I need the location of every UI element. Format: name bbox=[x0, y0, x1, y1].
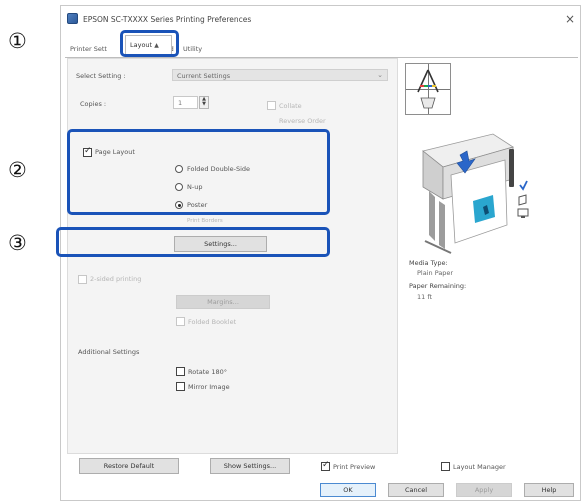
tab-printer-settings[interactable]: Printer Sett bbox=[67, 42, 110, 58]
magnifier-icon bbox=[417, 69, 439, 109]
folded-booklet-checkbox[interactable] bbox=[176, 317, 185, 326]
highlight-layout-tab bbox=[120, 30, 179, 57]
paper-remaining-value: 11 ft bbox=[417, 293, 433, 301]
layout-manager-label: Layout Manager bbox=[453, 463, 506, 471]
select-setting-label: Select Setting : bbox=[76, 72, 126, 80]
media-type-value: Plain Paper bbox=[417, 269, 454, 277]
margins-button[interactable]: Margins... bbox=[176, 295, 270, 309]
restore-default-button[interactable]: Restore Default bbox=[79, 458, 179, 474]
additional-settings-label: Additional Settings bbox=[78, 348, 140, 356]
copies-stepper[interactable]: ▲ ▼ bbox=[199, 96, 209, 109]
two-sided-printing-checkbox[interactable] bbox=[78, 275, 87, 284]
callout-3: ③ bbox=[8, 231, 27, 255]
highlight-page-layout bbox=[67, 129, 330, 215]
apply-button[interactable]: Apply bbox=[456, 483, 512, 497]
layout-preview-thumbnail bbox=[405, 63, 451, 115]
ok-button[interactable]: OK bbox=[320, 483, 376, 497]
print-preview-checkbox[interactable] bbox=[321, 460, 330, 471]
media-type-label: Media Type: bbox=[409, 259, 448, 267]
rotate-180-checkbox[interactable] bbox=[176, 367, 185, 376]
copies-input[interactable]: 1 bbox=[173, 96, 198, 109]
collate-checkbox[interactable] bbox=[267, 101, 276, 110]
select-setting-value: Current Settings bbox=[177, 72, 231, 80]
layout-manager-checkbox[interactable] bbox=[441, 462, 450, 471]
callout-1: ① bbox=[8, 29, 27, 53]
mirror-image-checkbox[interactable] bbox=[176, 382, 185, 391]
copies-label: Copies : bbox=[80, 100, 107, 108]
highlight-settings-button bbox=[56, 227, 330, 257]
show-settings-button[interactable]: Show Settings... bbox=[210, 458, 290, 474]
print-preview-label: Print Preview bbox=[333, 463, 376, 471]
collate-label: Collate bbox=[279, 102, 302, 110]
print-borders-label: Print Borders bbox=[187, 218, 223, 224]
tab-utility[interactable]: Utility bbox=[180, 42, 205, 58]
chevron-down-icon: ⌄ bbox=[377, 71, 383, 79]
printer-illustration-icon bbox=[422, 133, 529, 254]
two-sided-printing-label: 2-sided printing bbox=[90, 275, 142, 283]
window-title: EPSON SC-TXXXX Series Printing Preferenc… bbox=[83, 15, 252, 24]
reverse-order-label: Reverse Order bbox=[279, 117, 326, 125]
printer-app-icon bbox=[67, 13, 78, 24]
select-setting-dropdown[interactable]: Current Settings ⌄ bbox=[172, 69, 388, 81]
cancel-button[interactable]: Cancel bbox=[388, 483, 444, 497]
close-icon[interactable]: × bbox=[565, 12, 575, 26]
mirror-image-label: Mirror Image bbox=[188, 383, 230, 391]
help-button[interactable]: Help bbox=[524, 483, 574, 497]
rotate-180-label: Rotate 180° bbox=[188, 368, 228, 376]
paper-remaining-label: Paper Remaining: bbox=[409, 282, 467, 290]
folded-booklet-label: Folded Booklet bbox=[188, 318, 237, 326]
callout-2: ② bbox=[8, 158, 27, 182]
